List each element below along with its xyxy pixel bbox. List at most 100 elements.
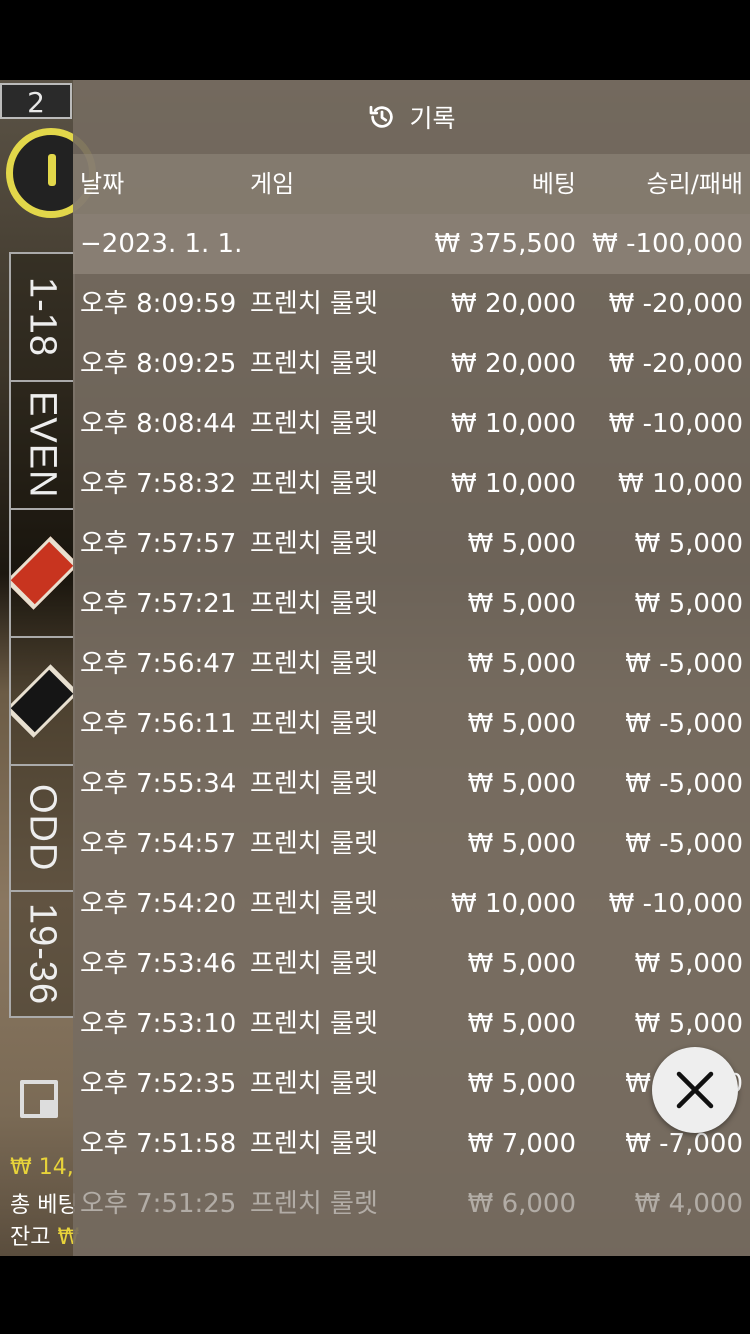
history-row[interactable]: 오후 8:09:59 프렌치 룰렛 ₩ 20,000 ₩ -20,000 <box>73 274 750 334</box>
panel-title: 기록 <box>409 104 456 133</box>
row-game: 프렌치 룰렛 <box>250 949 378 979</box>
row-result: ₩ -10,000 <box>608 409 743 439</box>
black-diamond-icon <box>11 664 73 738</box>
row-game: 프렌치 룰렛 <box>250 349 378 379</box>
summary-date: −2023. 1. 1. <box>80 229 243 259</box>
row-bet: ₩ 5,000 <box>467 709 576 739</box>
bet-spot-odd[interactable]: ODD <box>11 766 73 892</box>
row-game: 프렌치 룰렛 <box>250 889 378 919</box>
row-game: 프렌치 룰렛 <box>250 769 378 799</box>
col-header-bet: 베팅 <box>531 170 576 198</box>
row-result: ₩ -10,000 <box>608 889 743 919</box>
round-number: 2 <box>0 83 72 119</box>
bet-spot-19-36[interactable]: 19-36 <box>11 892 73 1016</box>
row-game: 프렌치 룰렛 <box>250 469 378 499</box>
history-row[interactable]: 오후 7:52:35프렌치 룰렛₩ 5,000₩ -5,000 <box>73 1054 750 1114</box>
summary-bet: ₩ 375,500 <box>434 229 577 259</box>
row-time: 오후 7:54:57 <box>80 829 237 859</box>
row-time: 오후 7:51:58 <box>80 1129 237 1159</box>
bet-spot-1-18[interactable]: 1-18 <box>11 254 73 382</box>
row-bet: ₩ 5,000 <box>467 589 576 619</box>
row-time: 오후 7:56:11 <box>80 709 237 739</box>
picture-in-picture-icon[interactable] <box>20 1080 58 1118</box>
history-row[interactable]: 오후 8:09:25 프렌치 룰렛 ₩ 20,000 ₩ -20,000 <box>73 334 750 394</box>
bet-spot-label: 1-18 <box>21 276 64 358</box>
row-game: 프렌치 룰렛 <box>250 829 378 859</box>
history-row[interactable]: 오후 7:56:11 프렌치 룰렛 ₩ 5,000 ₩ -5,000 <box>73 694 750 754</box>
total-bet-label: 총 베팅 <box>10 1193 78 1218</box>
history-row[interactable]: 오후 7:58:32 프렌치 룰렛 ₩ 10,000 ₩ 10,000 <box>73 454 750 514</box>
row-game: 프렌치 룰렛 <box>250 1189 378 1219</box>
history-row[interactable]: 오후 8:08:44 프렌치 룰렛 ₩ 10,000 ₩ -10,000 <box>73 394 750 454</box>
history-row[interactable]: 오후 7:57:57 프렌치 룰렛 ₩ 5,000 ₩ 5,000 <box>73 514 750 574</box>
win-amount: ₩ 14, <box>10 1155 74 1180</box>
date-summary-row[interactable]: −2023. 1. 1. ₩ 375,500 ₩ -100,000 <box>73 214 750 274</box>
row-bet: ₩ 5,000 <box>467 829 576 859</box>
row-time: 오후 7:58:32 <box>80 469 237 499</box>
col-header-win-loss: 승리/패배 <box>646 170 743 198</box>
row-result: ₩ 5,000 <box>634 589 743 619</box>
balance-label-row: 잔고 ₩ <box>10 1219 79 1251</box>
row-result: ₩ 5,000 <box>634 529 743 559</box>
history-row[interactable]: 오후 7:51:25 프렌치 룰렛 ₩ 6,000 ₩ 4,000 <box>73 1174 750 1234</box>
history-row[interactable]: 오후 7:55:34 프렌치 룰렛 ₩ 5,000 ₩ -5,000 <box>73 754 750 814</box>
row-time: 오후 8:09:25 <box>80 349 237 379</box>
bet-spot-red[interactable] <box>11 510 73 638</box>
history-icon <box>370 105 394 128</box>
row-time: 오후 7:56:47 <box>80 649 237 679</box>
row-bet: ₩ 20,000 <box>451 349 576 379</box>
row-result: ₩ 5,000 <box>634 949 743 979</box>
row-game: 프렌치 룰렛 <box>250 1069 378 1099</box>
row-bet: ₩ 5,000 <box>467 769 576 799</box>
col-header-date: 날짜 <box>80 170 125 198</box>
row-time: 오후 7:51:25 <box>80 1189 237 1219</box>
bet-spot-label: ODD <box>21 784 64 872</box>
row-result: ₩ 5,000 <box>634 1009 743 1039</box>
row-bet: ₩ 10,000 <box>451 889 576 919</box>
history-row[interactable]: 오후 7:53:10 프렌치 룰렛 ₩ 5,000 ₩ 5,000 <box>73 994 750 1054</box>
row-time: 오후 7:57:21 <box>80 589 237 619</box>
history-row[interactable]: 오후 7:54:57 프렌치 룰렛 ₩ 5,000 ₩ -5,000 <box>73 814 750 874</box>
row-game: 프렌치 룰렛 <box>250 529 378 559</box>
row-bet: ₩ 10,000 <box>451 469 576 499</box>
close-button[interactable] <box>652 1047 738 1133</box>
row-game: 프렌치 룰렛 <box>250 649 378 679</box>
row-bet: ₩ 5,000 <box>467 649 576 679</box>
close-icon <box>676 1071 714 1109</box>
history-row[interactable]: 오후 7:53:46 프렌치 룰렛 ₩ 5,000 ₩ 5,000 <box>73 934 750 994</box>
history-panel: 기록 날짜 게임 베팅 승리/패배 −2023. 1. 1. ₩ 375,500… <box>73 80 750 1256</box>
balance-label: 잔고 <box>10 1225 51 1250</box>
row-game: 프렌치 룰렛 <box>250 589 378 619</box>
timer-hand <box>48 154 56 186</box>
row-time: 오후 7:53:10 <box>80 1009 237 1039</box>
row-game: 프렌치 룰렛 <box>250 1129 378 1159</box>
col-header-game: 게임 <box>250 170 295 198</box>
history-row[interactable]: 오후 7:51:58 프렌치 룰렛 ₩ 7,000 ₩ -7,000 <box>73 1114 750 1174</box>
bet-spot-black[interactable] <box>11 638 73 766</box>
row-bet: ₩ 5,000 <box>467 949 576 979</box>
row-bet: ₩ 6,000 <box>467 1189 576 1219</box>
bet-spot-even[interactable]: EVEN <box>11 382 73 510</box>
row-game: 프렌치 룰렛 <box>250 709 378 739</box>
row-result: ₩ -5,000 <box>625 829 743 859</box>
row-bet: ₩ 5,000 <box>467 1009 576 1039</box>
bet-spot-label: 19-36 <box>21 902 64 1006</box>
row-game: 프렌치 룰렛 <box>250 289 378 319</box>
history-row[interactable]: 오후 7:57:21 프렌치 룰렛 ₩ 5,000 ₩ 5,000 <box>73 574 750 634</box>
row-game: 프렌치 룰렛 <box>250 1009 378 1039</box>
summary-win-loss: ₩ -100,000 <box>592 229 743 259</box>
row-time: 오후 8:09:59 <box>80 289 237 319</box>
history-list: 오후 8:09:59 프렌치 룰렛 ₩ 20,000 ₩ -20,000 오후 8:09… <box>73 274 750 1234</box>
row-bet: ₩ 7,000 <box>467 1129 576 1159</box>
home-indicator-area <box>0 1256 750 1334</box>
row-time: 오후 7:52:35 <box>80 1069 237 1099</box>
panel-header: 기록 <box>73 80 750 154</box>
history-row[interactable]: 오후 7:54:20 프렌치 룰렛 ₩ 10,000 ₩ -10,000 <box>73 874 750 934</box>
bet-spot-label: EVEN <box>21 391 64 499</box>
row-bet: ₩ 5,000 <box>467 1069 576 1099</box>
row-bet: ₩ 20,000 <box>451 289 576 319</box>
row-result: ₩ -20,000 <box>608 349 743 379</box>
row-time: 오후 7:54:20 <box>80 889 237 919</box>
history-row[interactable]: 오후 7:56:47 프렌치 룰렛 ₩ 5,000 ₩ -5,000 <box>73 634 750 694</box>
row-time: 오후 8:08:44 <box>80 409 237 439</box>
